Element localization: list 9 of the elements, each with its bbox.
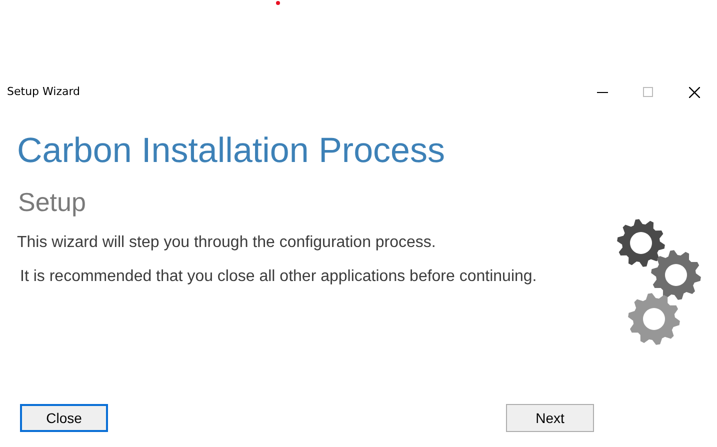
body-text: This wizard will step you through the configuration process. xyxy=(17,233,437,253)
page-heading: Carbon Installation Process xyxy=(17,131,446,171)
window-title: Setup Wizard xyxy=(7,84,80,100)
maximize-icon xyxy=(643,87,653,97)
wizard-button[interactable]: Close xyxy=(20,404,108,432)
wizard-button[interactable]: Next xyxy=(506,404,594,432)
page-subheading: Setup xyxy=(18,187,87,217)
body-text: It is recommended that you close all other applications before continuing. xyxy=(20,267,538,287)
close-icon xyxy=(688,86,700,98)
